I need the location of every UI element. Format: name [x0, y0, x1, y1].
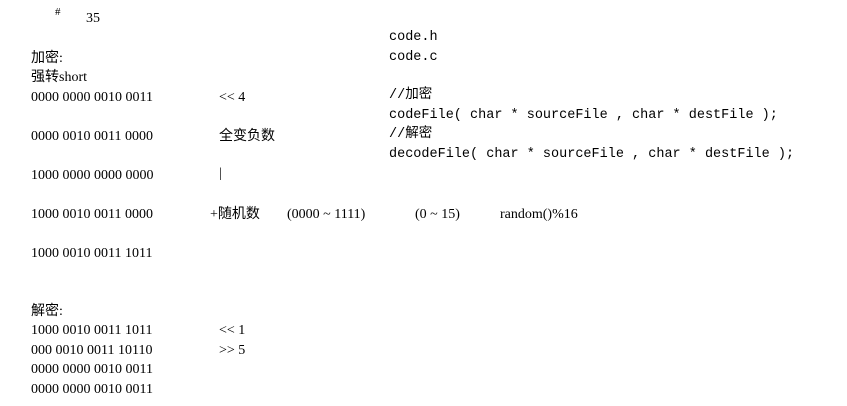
row2-note: 全变负数 [219, 129, 275, 144]
row4-random-expression: random()%16 [500, 207, 578, 222]
row4-operator: +随机数 [210, 207, 260, 222]
decrypt-row4-bits: 0000 0000 0010 0011 [31, 382, 153, 397]
decrypt-row3-bits: 0000 0000 0010 0011 [31, 362, 153, 377]
file-header-name: code.h [389, 30, 438, 45]
row1-bits: 0000 0000 0010 0011 [31, 90, 153, 105]
decrypt-heading: 解密: [31, 304, 63, 319]
row4-bits: 1000 0010 0011 0000 [31, 207, 153, 222]
row3-bits: 1000 0000 0000 0000 [31, 168, 154, 183]
row1-operator: << 4 [219, 90, 246, 105]
row3-operator: | [219, 166, 222, 181]
code-decode-signature: decodeFile( char * sourceFile , char * d… [389, 147, 795, 162]
code-encode-signature: codeFile( char * sourceFile , char * des… [389, 108, 778, 123]
cast-short-label: 强转short [31, 70, 87, 85]
hash-mark: # [55, 6, 61, 18]
file-source-name: code.c [389, 50, 438, 65]
header-number: 35 [86, 11, 100, 26]
row4-range-binary: (0000 ~ 1111) [287, 207, 366, 222]
decrypt-row1-bits: 1000 0010 0011 1011 [31, 323, 153, 338]
row5-bits: 1000 0010 0011 1011 [31, 246, 153, 261]
decrypt-row2-operator: >> 5 [219, 343, 246, 358]
comment-decrypt: //解密 [389, 127, 433, 142]
decrypt-row2-bits: 000 0010 0011 10110 [31, 343, 153, 358]
encrypt-heading: 加密: [31, 51, 63, 66]
row2-bits: 0000 0010 0011 0000 [31, 129, 153, 144]
row4-range-decimal: (0 ~ 15) [415, 207, 460, 222]
decrypt-row1-operator: << 1 [219, 323, 246, 338]
comment-encrypt: //加密 [389, 88, 433, 103]
